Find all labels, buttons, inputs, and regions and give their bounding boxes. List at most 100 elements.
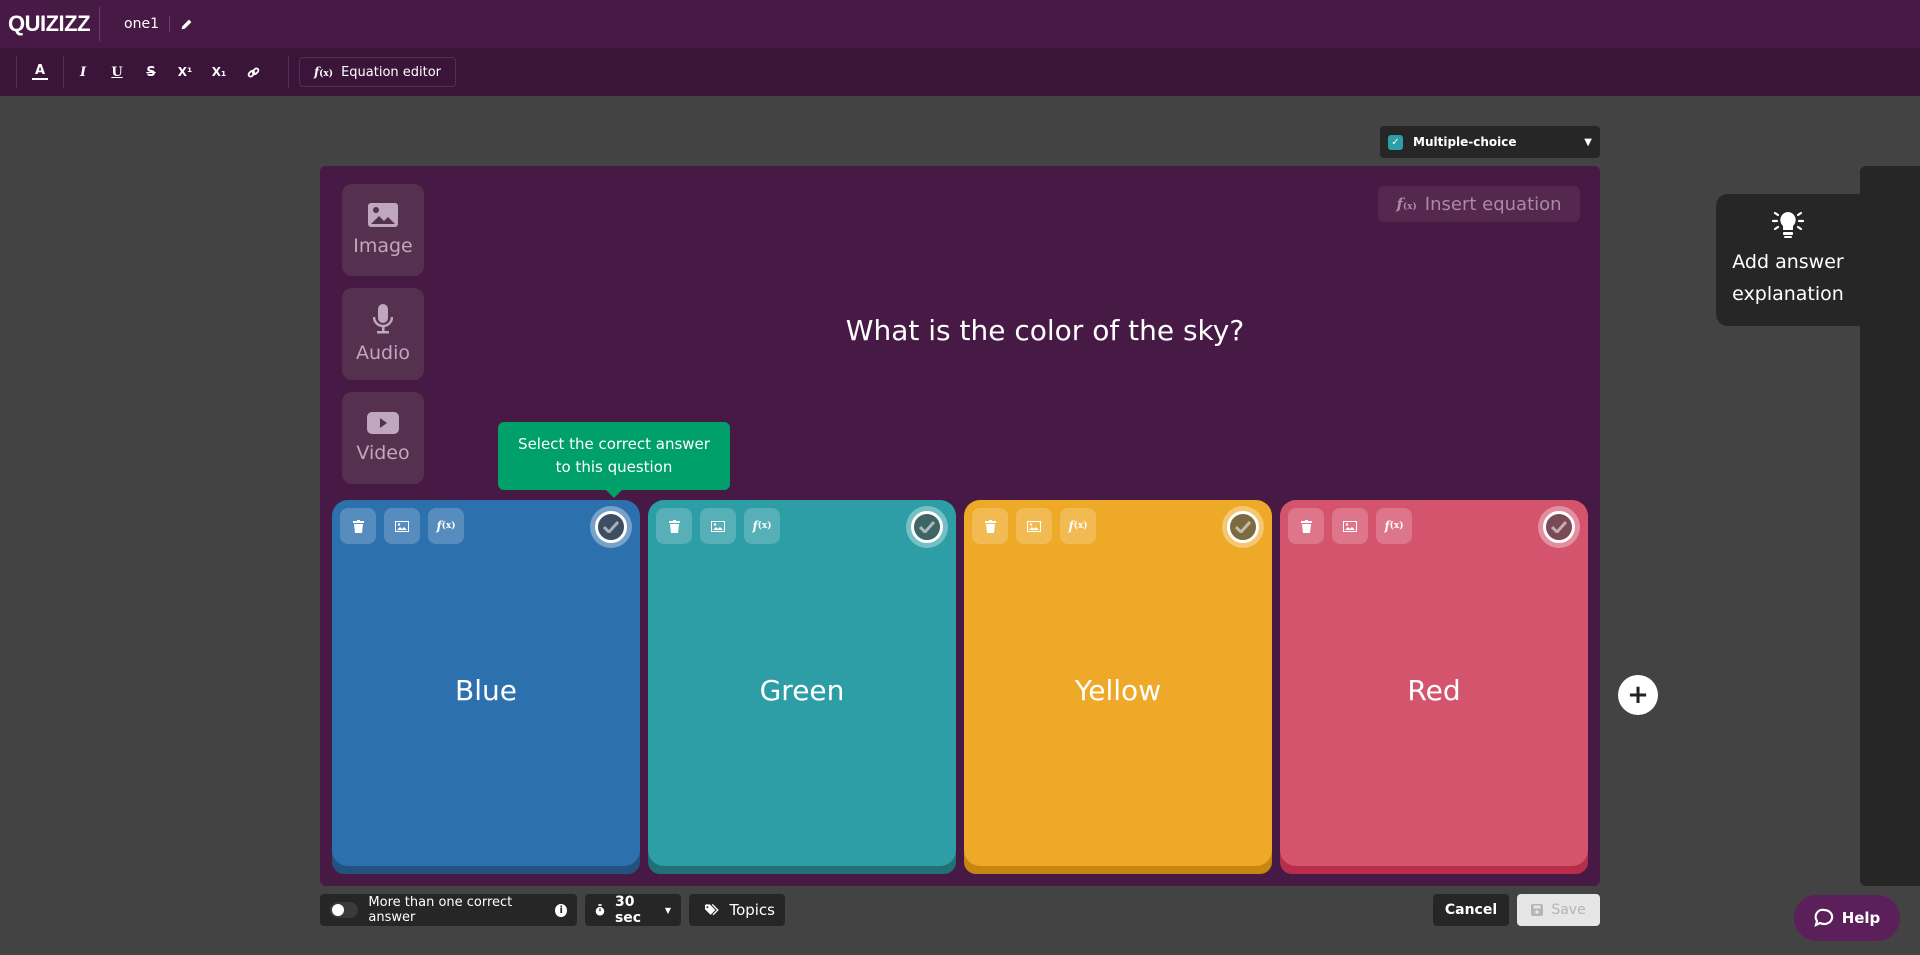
add-answer-explanation-button[interactable]: Add answer explanation (1716, 194, 1860, 326)
lightbulb-icon (1771, 211, 1805, 238)
add-option-image-button[interactable] (1016, 508, 1052, 544)
italic-button[interactable]: I (66, 55, 100, 89)
delete-option-button[interactable] (656, 508, 692, 544)
video-label: Video (356, 442, 410, 464)
option-equation-button[interactable]: f (x) (1376, 508, 1412, 544)
image-icon (368, 203, 398, 227)
checkmark-icon (603, 521, 619, 533)
answer-text-input[interactable]: Yellow (964, 674, 1272, 707)
checkmark-icon (919, 521, 935, 533)
audio-label: Audio (355, 342, 410, 364)
answer-option: f (x) Yellow (964, 500, 1272, 874)
option-equation-button[interactable]: f (x) (428, 508, 464, 544)
add-option-image-button[interactable] (700, 508, 736, 544)
question-text-input[interactable]: What is the color of the sky? (510, 314, 1580, 347)
stopwatch-icon (595, 904, 605, 916)
mark-correct-button[interactable] (1538, 506, 1580, 548)
answer-text-input[interactable]: Green (648, 674, 956, 707)
answer-options: f (x) Blue f (x) Green f (x) Yellow f (x) Red (332, 500, 1588, 874)
answer-option: f (x) Red (1280, 500, 1588, 874)
image-icon (1343, 520, 1357, 532)
question-type-label: Multiple-choice (1413, 135, 1517, 149)
mark-correct-button[interactable] (1222, 506, 1264, 548)
chevron-down-icon: ▼ (1584, 136, 1592, 148)
toolbar-divider (16, 56, 17, 88)
image-icon (395, 520, 409, 532)
insert-equation-label: Insert equation (1424, 193, 1562, 215)
mark-correct-button[interactable] (906, 506, 948, 548)
info-icon[interactable]: i (555, 903, 567, 917)
link-icon (247, 66, 259, 78)
trash-icon (1300, 519, 1312, 533)
add-image-button[interactable]: Image (342, 184, 424, 276)
answer-text-input[interactable]: Red (1280, 674, 1588, 707)
question-editor: Image Audio Video f(x) Insert equation W… (320, 166, 1600, 886)
multi-correct-option: More than one correct answer i (320, 894, 577, 926)
superscript-button[interactable]: X¹ (168, 55, 202, 89)
delete-option-button[interactable] (1288, 508, 1324, 544)
delete-option-button[interactable] (340, 508, 376, 544)
italic-icon: I (79, 64, 87, 80)
checkmark-icon (1551, 521, 1567, 533)
image-icon (1027, 520, 1041, 532)
equation-editor-button[interactable]: f(x) Equation editor (299, 57, 457, 87)
multi-correct-toggle[interactable] (330, 902, 359, 918)
chevron-down-icon: ▼ (664, 905, 671, 915)
answer-option: f (x) Green (648, 500, 956, 874)
timer-dropdown[interactable]: 30 sec ▼ (585, 894, 681, 926)
tags-icon (705, 903, 719, 916)
checkmark-icon (1235, 521, 1251, 533)
add-option-image-button[interactable] (384, 508, 420, 544)
save-button[interactable]: Save (1517, 894, 1600, 926)
strikethrough-button[interactable]: S (134, 55, 168, 89)
explanation-line-2: explanation (1732, 283, 1844, 305)
quiz-title[interactable]: one1 (124, 16, 159, 32)
tooltip-line-1: Select the correct answer (518, 435, 710, 453)
pencil-icon (181, 19, 191, 29)
chat-bubble-icon (1814, 908, 1833, 928)
explanation-line-1: Add answer (1732, 251, 1844, 273)
toolbar-divider (63, 56, 64, 88)
edit-title-button[interactable] (178, 16, 194, 32)
quizizz-logo[interactable]: QUIZIZZ (8, 11, 91, 37)
underline-button[interactable]: U (100, 55, 134, 89)
option-equation-button[interactable]: f (x) (744, 508, 780, 544)
insert-equation-button[interactable]: f(x) Insert equation (1378, 186, 1580, 222)
toolbar-divider (288, 56, 289, 88)
answer-text-input[interactable]: Blue (332, 674, 640, 707)
save-icon (1531, 904, 1544, 916)
image-label: Image (353, 235, 413, 257)
microphone-icon (373, 304, 393, 334)
title-divider (169, 16, 171, 32)
tooltip-line-2: to this question (555, 458, 673, 476)
mark-correct-button[interactable] (590, 506, 632, 548)
add-video-button[interactable]: Video (342, 392, 424, 484)
add-audio-button[interactable]: Audio (342, 288, 424, 380)
delete-option-button[interactable] (972, 508, 1008, 544)
strikethrough-icon: S (146, 64, 156, 80)
add-option-button[interactable]: + (1618, 675, 1658, 715)
superscript-icon: X¹ (177, 65, 193, 79)
bottom-options: More than one correct answer i 30 sec ▼ … (320, 894, 785, 926)
text-color-button[interactable]: A (23, 55, 57, 89)
image-icon (711, 520, 725, 532)
answer-tools: f (x) (1288, 508, 1412, 544)
topics-button[interactable]: Topics (689, 894, 785, 926)
subscript-icon: X₁ (211, 65, 227, 79)
plus-icon: + (1627, 680, 1649, 710)
cancel-button[interactable]: Cancel (1433, 894, 1509, 926)
question-type-dropdown[interactable]: ✓ Multiple-choice ▼ (1380, 126, 1600, 158)
timer-label: 30 sec (614, 894, 642, 926)
help-button[interactable]: Help (1794, 895, 1900, 941)
answer-option: f (x) Blue (332, 500, 640, 874)
subscript-button[interactable]: X₁ (202, 55, 236, 89)
add-option-image-button[interactable] (1332, 508, 1368, 544)
save-label: Save (1551, 902, 1586, 918)
correct-answer-tooltip: Select the correct answer to this questi… (498, 422, 730, 498)
answer-tools: f (x) (972, 508, 1096, 544)
multi-correct-label: More than one correct answer (368, 895, 513, 925)
link-button[interactable] (236, 55, 270, 89)
option-equation-button[interactable]: f (x) (1060, 508, 1096, 544)
formatting-toolbar: A I U S X¹ X₁ f(x) Equation editor (0, 48, 1920, 96)
right-side-panel (1860, 166, 1920, 886)
